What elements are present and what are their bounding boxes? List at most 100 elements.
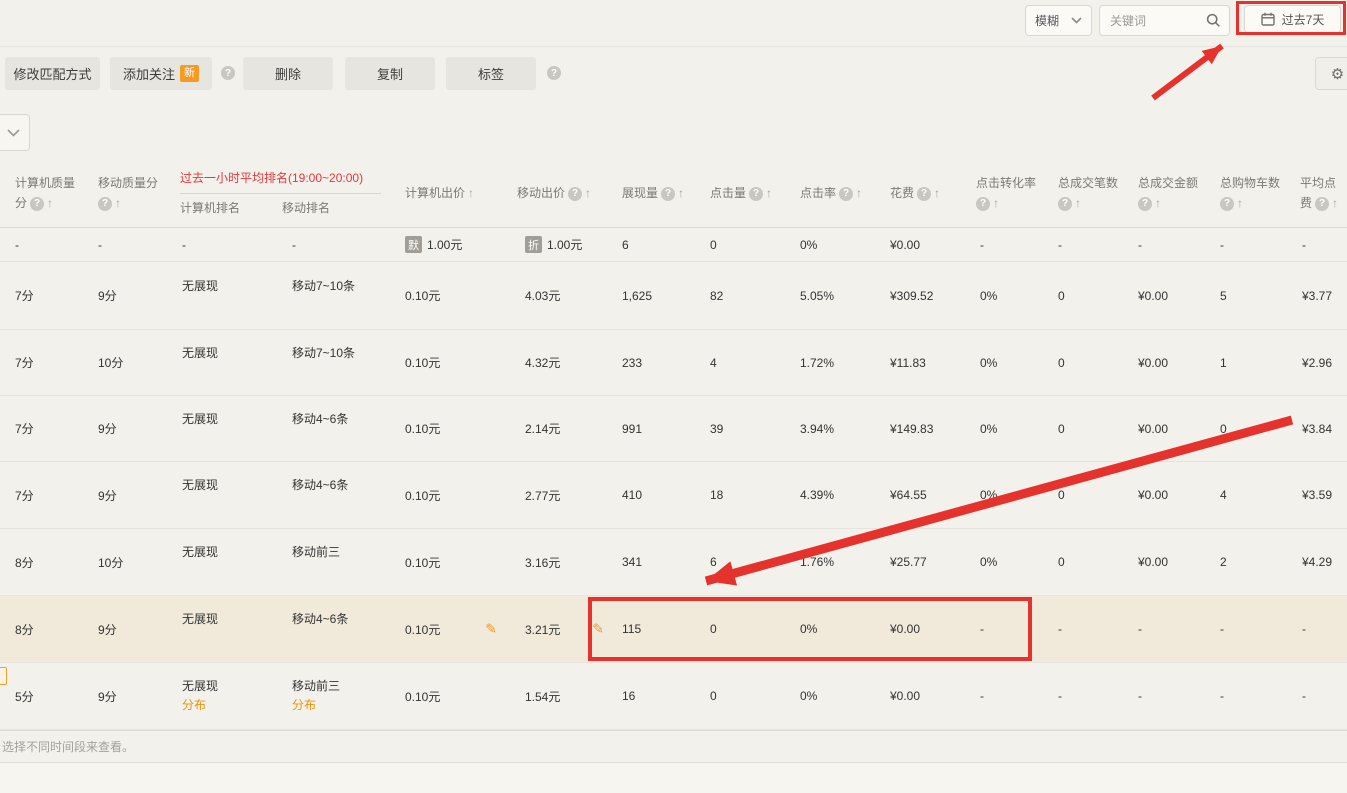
cell-pc-bid: 0.10元✎: [395, 596, 505, 662]
rank-value: 移动4~6条: [292, 410, 348, 429]
help-icon[interactable]: ?: [30, 197, 44, 211]
cell-carts: 4: [1210, 462, 1292, 528]
help-icon[interactable]: ?: [568, 187, 582, 201]
cell-value: 0.10元: [405, 287, 440, 304]
keyword-search-input[interactable]: [1108, 13, 1197, 29]
divider: [180, 193, 381, 194]
header-pc-quality[interactable]: 计算机质量 分?↑: [0, 160, 88, 227]
cell-cvr: 0%: [970, 462, 1048, 528]
cell-value: -: [1058, 622, 1062, 636]
cell-mobile-rank: 移动7~10条: [282, 262, 395, 329]
table-row[interactable]: 7分10分无展现 移动7~10条 0.10元4.32元23341.72%¥11.…: [0, 330, 1347, 396]
copy-button[interactable]: 复制: [345, 57, 435, 90]
table-row[interactable]: 7分9分无展现 移动4~6条 0.10元2.77元410184.39%¥64.5…: [0, 462, 1347, 529]
header-carts[interactable]: 总购物车数 ?↑: [1210, 160, 1292, 227]
header-cost[interactable]: 花费?↑: [880, 160, 970, 227]
sort-asc-icon[interactable]: ↑: [856, 186, 862, 201]
header-mobile-bid[interactable]: 移动出价?↑: [505, 160, 612, 227]
sort-asc-icon[interactable]: ↑: [1332, 196, 1338, 211]
header-impressions[interactable]: 展现量?↑: [612, 160, 700, 227]
cell-value: ¥0.00: [890, 238, 920, 252]
cell-value: ¥3.59: [1302, 488, 1332, 502]
tag-button[interactable]: 标签: [446, 57, 536, 90]
help-icon[interactable]: ?: [98, 197, 112, 211]
cell-cvr: 0%: [970, 262, 1048, 329]
date-range-label: 过去7天: [1282, 11, 1325, 28]
sort-asc-icon[interactable]: ↑: [47, 196, 53, 211]
header-mobile-quality[interactable]: 移动质量分 ?↑: [88, 160, 172, 227]
rank-value: 移动7~10条: [292, 344, 355, 363]
help-icon[interactable]: ?: [221, 66, 235, 80]
cell-impressions: 991: [612, 396, 700, 461]
sort-asc-icon[interactable]: ↑: [993, 196, 999, 211]
distribution-link[interactable]: 分布: [182, 696, 218, 715]
cell-value: 2.14元: [525, 420, 560, 437]
sort-asc-icon[interactable]: ↑: [468, 186, 474, 201]
sort-asc-icon[interactable]: ↑: [1075, 196, 1081, 211]
sort-asc-icon[interactable]: ↑: [1155, 196, 1161, 211]
header-pc-bid[interactable]: 计算机出价↑: [395, 160, 505, 227]
help-icon[interactable]: ?: [661, 187, 675, 201]
sort-asc-icon[interactable]: ↑: [115, 196, 121, 211]
edit-pencil-icon[interactable]: ✎: [485, 621, 497, 638]
collapse-panel-button[interactable]: [0, 114, 30, 151]
cell-ctr: 1.72%: [790, 330, 880, 395]
edit-pencil-icon[interactable]: ✎: [592, 621, 604, 638]
table-row[interactable]: 8分9分无展现 移动4~6条 0.10元✎3.21元✎11500%¥0.00--…: [0, 596, 1347, 663]
table-row[interactable]: 7分9分无展现 移动7~10条 0.10元4.03元1,625825.05%¥3…: [0, 262, 1347, 330]
annotation-arrow-to-date: [1153, 46, 1222, 98]
cell-value: 0: [1058, 422, 1065, 436]
cell-pc-bid: 0.10元: [395, 663, 505, 729]
cell-pc-rank: 无展现分布: [172, 663, 282, 729]
cell-value: 0.10元: [405, 688, 440, 705]
help-icon[interactable]: ?: [1315, 197, 1329, 211]
help-icon[interactable]: ?: [547, 66, 561, 80]
help-icon[interactable]: ?: [1220, 197, 1234, 211]
header-cvr[interactable]: 点击转化率 ?↑: [970, 160, 1048, 227]
cell-pc-bid: 0.10元: [395, 462, 505, 528]
sort-asc-icon[interactable]: ↑: [766, 186, 772, 201]
date-range-button[interactable]: 过去7天: [1244, 5, 1341, 33]
header-ctr[interactable]: 点击率?↑: [790, 160, 880, 227]
search-icon[interactable]: [1206, 13, 1221, 28]
cell-carts: 2: [1210, 529, 1292, 595]
table-row[interactable]: 8分10分无展现 移动前三 0.10元3.16元34161.76%¥25.770…: [0, 529, 1347, 596]
cell-pc-rank: 无展现: [172, 330, 282, 395]
table-row[interactable]: ----默1.00元折1.00元600%¥0.00-----: [0, 228, 1347, 262]
header-mobile-rank[interactable]: 移动排名: [282, 201, 330, 216]
help-icon[interactable]: ?: [839, 187, 853, 201]
cell-value: 0: [1220, 422, 1227, 436]
chevron-down-icon: [7, 129, 20, 137]
sort-asc-icon[interactable]: ↑: [678, 186, 684, 201]
sort-asc-icon[interactable]: ↑: [585, 186, 591, 201]
help-icon[interactable]: ?: [1058, 197, 1072, 211]
help-icon[interactable]: ?: [976, 197, 990, 211]
table-row[interactable]: 7分9分无展现 移动4~6条 0.10元2.14元991393.94%¥149.…: [0, 396, 1347, 462]
distribution-link[interactable]: 分布: [292, 696, 340, 715]
sort-asc-icon[interactable]: ↑: [1237, 196, 1243, 211]
cell-mobile-rank: -: [282, 228, 395, 261]
add-watch-button[interactable]: 添加关注 新: [110, 57, 212, 90]
cell-value: -: [1138, 238, 1142, 252]
cell-impressions: 16: [612, 663, 700, 729]
fuzzy-filter-dropdown[interactable]: 模糊: [1025, 5, 1092, 36]
cell-impressions: 410: [612, 462, 700, 528]
help-icon[interactable]: ?: [1138, 197, 1152, 211]
help-icon[interactable]: ?: [749, 187, 763, 201]
more-columns-button[interactable]: ⚙ 更: [1315, 57, 1347, 90]
chevron-down-icon: [1071, 17, 1082, 24]
header-orders[interactable]: 总成交笔数 ?↑: [1048, 160, 1128, 227]
table-row[interactable]: 5分9分无展现分布移动前三分布0.10元1.54元1600%¥0.00-----: [0, 663, 1347, 730]
delete-button[interactable]: 删除: [243, 57, 333, 90]
cell-value: 7分: [15, 287, 34, 304]
header-avg-click-cost[interactable]: 平均点 费?↑: [1292, 160, 1347, 227]
cell-pc-rank: 无展现: [172, 396, 282, 461]
cell-value: 233: [622, 356, 642, 370]
header-clicks[interactable]: 点击量?↑: [700, 160, 790, 227]
sort-asc-icon[interactable]: ↑: [934, 186, 940, 201]
header-label: 计算机出价: [405, 186, 465, 201]
help-icon[interactable]: ?: [917, 187, 931, 201]
modify-match-type-button[interactable]: 修改匹配方式: [5, 57, 100, 90]
header-pc-rank[interactable]: 计算机排名: [180, 201, 282, 216]
header-order-amount[interactable]: 总成交金额 ?↑: [1128, 160, 1210, 227]
